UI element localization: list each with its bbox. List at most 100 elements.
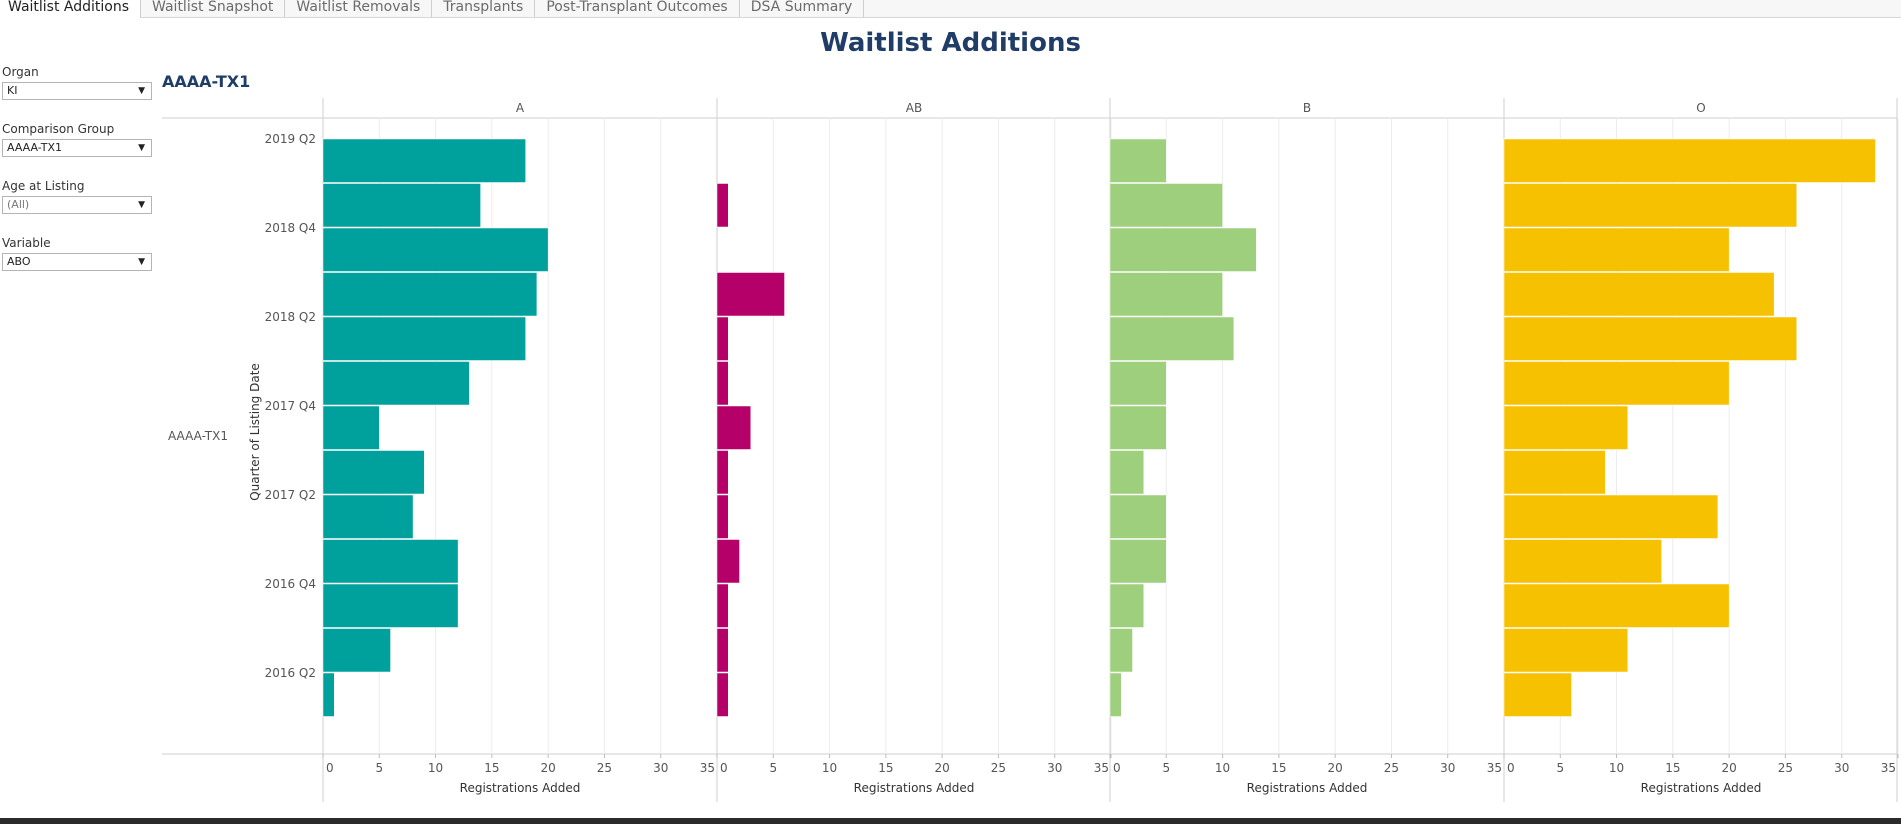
x-tick-label: 5 — [375, 761, 383, 775]
x-tick-label: 10 — [1215, 761, 1230, 775]
bar — [1109, 272, 1223, 317]
bar — [1109, 183, 1223, 228]
x-tick-label: 35 — [1094, 761, 1109, 775]
bar — [1503, 672, 1572, 717]
x-tick-label: 20 — [935, 761, 950, 775]
bar — [322, 183, 481, 228]
bar — [1503, 138, 1876, 183]
x-tick-label: 25 — [597, 761, 612, 775]
bar — [322, 227, 549, 272]
x-tick-label: 15 — [1271, 761, 1286, 775]
x-tick-label: 30 — [1440, 761, 1455, 775]
x-tick-label: 30 — [1047, 761, 1062, 775]
bar — [1503, 450, 1606, 495]
x-tick-label: 15 — [1665, 761, 1680, 775]
bar — [1503, 316, 1797, 361]
bar — [1109, 583, 1145, 628]
row-label: AAAA-TX1 — [168, 429, 228, 443]
bar — [1109, 628, 1133, 673]
x-tick-label: 30 — [1834, 761, 1849, 775]
x-axis-label: Registrations Added — [1247, 781, 1368, 795]
bar — [1109, 494, 1167, 539]
x-tick-label: 10 — [1609, 761, 1624, 775]
x-axis-label: Registrations Added — [460, 781, 581, 795]
bar — [1503, 628, 1629, 673]
bar — [1503, 494, 1719, 539]
x-axis-label: Registrations Added — [854, 781, 975, 795]
x-tick-label: 25 — [1778, 761, 1793, 775]
x-tick-label: 10 — [428, 761, 443, 775]
bar — [716, 361, 729, 406]
y-tick-label: 2017 Q2 — [265, 488, 316, 502]
bar — [322, 405, 380, 450]
bar — [322, 494, 414, 539]
bar — [1503, 227, 1730, 272]
x-tick-label: 30 — [653, 761, 668, 775]
bar — [1503, 361, 1730, 406]
bar — [322, 316, 526, 361]
x-tick-label: 20 — [1328, 761, 1343, 775]
bar — [716, 672, 729, 717]
bar — [716, 539, 740, 584]
x-tick-label: 10 — [822, 761, 837, 775]
waitlist-additions-chart: A 0 5 10 15 20 25 30 35 Registrations Added AB 0 5 10… — [162, 98, 1899, 802]
x-tick-label: 15 — [878, 761, 893, 775]
bar — [1109, 361, 1167, 406]
bar — [1503, 272, 1775, 317]
x-tick-label: 20 — [541, 761, 556, 775]
bar — [1109, 450, 1145, 495]
bottom-strip — [0, 818, 1901, 824]
bar — [322, 138, 526, 183]
panel-header-b: B — [1303, 101, 1311, 115]
panel-header-o: O — [1696, 101, 1705, 115]
y-tick-label: 2018 Q2 — [265, 310, 316, 324]
x-tick-label: 25 — [991, 761, 1006, 775]
y-axis-label: Quarter of Listing Date — [248, 363, 262, 501]
bar — [1109, 227, 1257, 272]
bar — [1109, 316, 1235, 361]
bar — [322, 450, 425, 495]
x-tick-label: 35 — [1487, 761, 1502, 775]
bar — [322, 539, 459, 584]
x-tick-label: 15 — [484, 761, 499, 775]
bar — [716, 272, 785, 317]
x-tick-label: 0 — [1113, 761, 1121, 775]
bar — [1503, 405, 1629, 450]
y-tick-label: 2017 Q4 — [265, 399, 316, 413]
y-tick-label: 2018 Q4 — [265, 221, 316, 235]
bar — [716, 183, 729, 228]
x-tick-label: 5 — [769, 761, 777, 775]
bar — [1109, 138, 1167, 183]
bar — [716, 494, 729, 539]
bar — [716, 583, 729, 628]
bar — [322, 628, 391, 673]
bar — [1503, 183, 1797, 228]
y-tick-label: 2019 Q2 — [265, 132, 316, 146]
bar — [716, 405, 752, 450]
x-tick-label: 35 — [1881, 761, 1896, 775]
x-tick-label: 5 — [1162, 761, 1170, 775]
panel-header-a: A — [516, 101, 525, 115]
bar — [716, 450, 729, 495]
bar — [716, 628, 729, 673]
x-tick-label: 0 — [326, 761, 334, 775]
bar — [1503, 583, 1730, 628]
x-tick-label: 35 — [700, 761, 715, 775]
x-tick-label: 0 — [720, 761, 728, 775]
bar — [1109, 539, 1167, 584]
x-tick-label: 25 — [1384, 761, 1399, 775]
y-tick-label: 2016 Q4 — [265, 577, 316, 591]
y-tick-label: 2016 Q2 — [265, 666, 316, 680]
panel-header-ab: AB — [906, 101, 922, 115]
x-tick-label: 20 — [1722, 761, 1737, 775]
bar — [322, 672, 335, 717]
bar — [1109, 672, 1122, 717]
bar — [322, 361, 470, 406]
bar — [322, 272, 538, 317]
bar — [716, 316, 729, 361]
x-axis-label: Registrations Added — [1641, 781, 1762, 795]
bar — [1109, 405, 1167, 450]
bar — [1503, 539, 1662, 584]
bar — [322, 583, 459, 628]
x-tick-label: 0 — [1507, 761, 1515, 775]
